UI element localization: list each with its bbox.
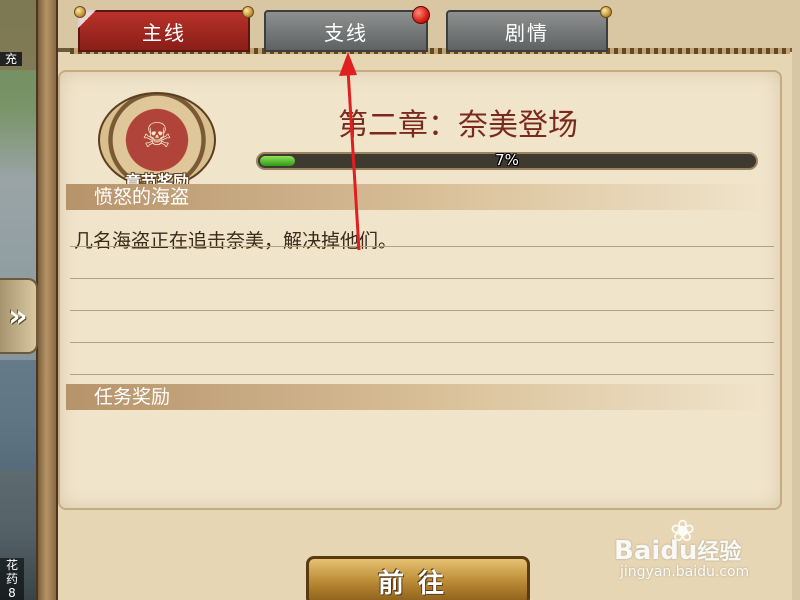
divider-line <box>70 374 774 375</box>
baidu-jingyan-watermark: ❀ Baidu经验 jingyan.baidu.com <box>614 514 794 584</box>
go-button[interactable]: 前往 <box>306 556 530 600</box>
tab-stud <box>242 6 254 18</box>
divider-line <box>70 342 774 343</box>
double-chevron-right-icon: » <box>8 298 28 334</box>
quest-description: 几名海盗正在追击奈美，解决掉他们。 <box>74 230 398 252</box>
tab-side-quest-label: 支线 <box>324 20 368 45</box>
side-recharge-label[interactable]: 充 <box>0 52 22 66</box>
divider-line <box>70 310 774 311</box>
progress-percent: 7% <box>495 151 519 169</box>
side-bottom-label: 花 药 8 <box>0 558 24 600</box>
brand-cn: 经验 <box>697 540 742 565</box>
tab-stud <box>600 6 612 18</box>
chapter-reward-button[interactable]: ☠ 章节奖励 <box>90 92 224 191</box>
quest-reward-header: 任务奖励 <box>66 384 768 410</box>
scene-patch <box>0 470 36 530</box>
tab-side-quest[interactable]: 支线 <box>264 10 428 52</box>
quest-name-header: 愤怒的海盗 <box>66 184 768 210</box>
go-button-label: 前往 <box>377 568 458 599</box>
tab-stud <box>74 6 86 18</box>
divider-line <box>70 278 774 279</box>
scene-patch <box>0 360 36 470</box>
chapter-progress-bar: 7% <box>256 151 758 170</box>
brand-latin: Bai <box>614 536 661 566</box>
tab-story-label: 剧情 <box>505 20 549 45</box>
tab-story[interactable]: 剧情 <box>446 6 612 52</box>
notification-dot-icon <box>412 6 430 24</box>
divider-line <box>70 246 774 247</box>
watermark-brand: Baidu经验 <box>614 534 741 566</box>
watermark-url: jingyan.baidu.com <box>620 564 750 580</box>
brand-mid: du <box>660 536 698 566</box>
pirate-scroll-icon: ☠ <box>141 116 173 156</box>
chapter-title: 第二章：奈美登场 <box>338 108 578 143</box>
tab-main-quest[interactable]: 主线 <box>74 6 254 52</box>
tab-main-quest-label: 主线 <box>142 20 186 45</box>
panel-frame-pole <box>36 0 58 600</box>
expand-sidebar-button[interactable]: » <box>0 278 38 354</box>
